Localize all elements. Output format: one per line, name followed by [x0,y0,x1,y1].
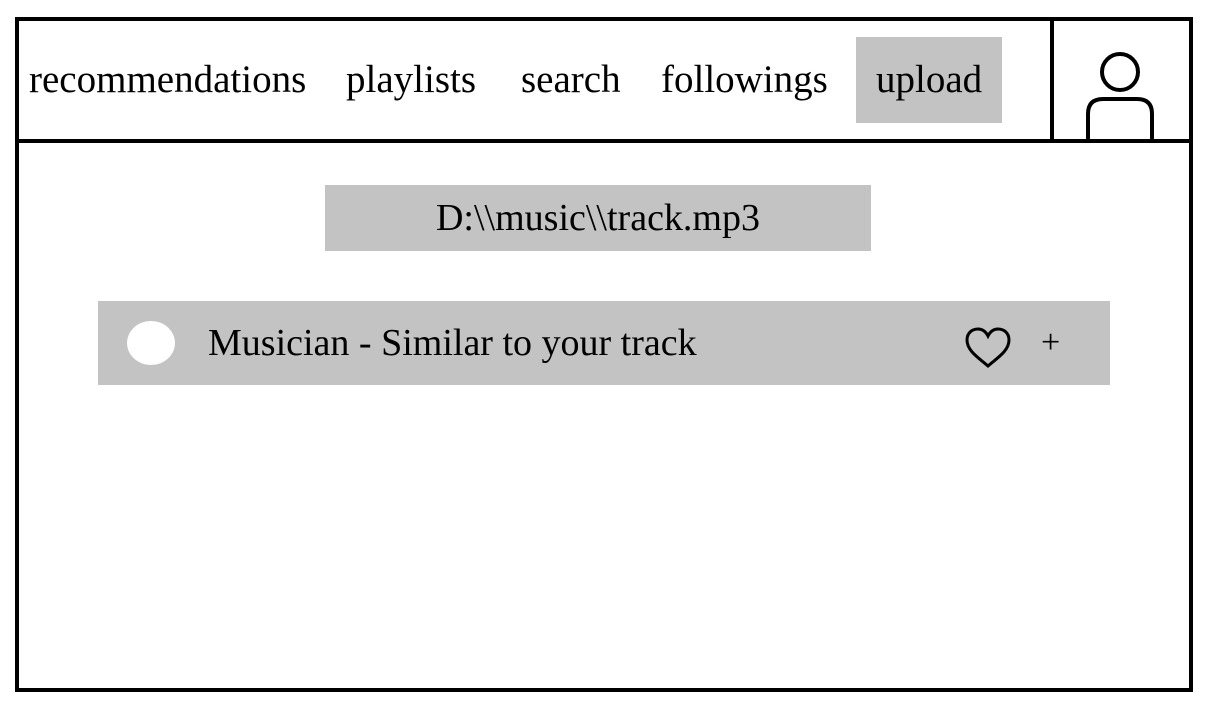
app-window: recommendations playlists search followi… [15,17,1193,692]
upload-file-path[interactable]: D:\\music\\track.mp3 [325,185,871,251]
nav-upload[interactable]: upload [856,37,1003,123]
nav-playlists[interactable]: playlists [346,21,476,139]
nav-recommendations[interactable]: recommendations [29,21,306,139]
track-list-item[interactable]: Musician - Similar to your track + [98,301,1110,385]
top-navigation: recommendations playlists search followi… [19,21,1189,143]
heart-icon[interactable] [964,327,1012,369]
nav-followings[interactable]: followings [661,21,828,139]
user-avatar-icon[interactable] [1083,51,1157,139]
nav-divider [1050,21,1054,139]
nav-search[interactable]: search [521,21,621,139]
add-to-playlist-icon[interactable]: + [1041,301,1060,385]
track-title: Musician - Similar to your track [208,322,697,364]
circle-cover-icon [127,321,175,365]
